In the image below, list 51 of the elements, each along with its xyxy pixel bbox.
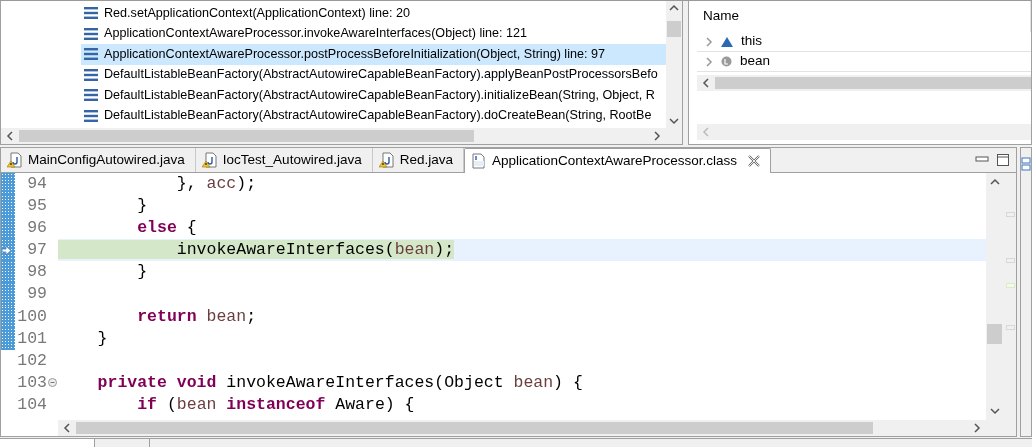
scroll-up-icon[interactable] [989, 177, 1000, 187]
stack-frame[interactable]: ApplicationContextAwareProcessor.postProcessBeforeInitialization(Object, String) line: 97 [81, 44, 666, 65]
expand-icon[interactable] [705, 56, 713, 67]
class-file-icon [470, 153, 487, 169]
vertical-scrollbar[interactable] [666, 1, 682, 128]
variable-name: this [741, 32, 762, 51]
horizontal-scrollbar[interactable] [1, 128, 682, 144]
editor-tab[interactable]: Red.java [372, 148, 464, 172]
code-line: else { [136, 218, 197, 238]
stack-frame-icon [84, 109, 98, 122]
scroll-thumb[interactable] [987, 324, 1002, 344]
scroll-down-icon[interactable] [989, 406, 1000, 416]
code-line: } [136, 262, 148, 282]
code-line: return bean; [136, 306, 257, 326]
stack-frame[interactable]: ApplicationContextAwareProcessor.invokeAwareInterfaces(Object) line: 121 [81, 23, 666, 44]
horizontal-scrollbar[interactable] [697, 75, 1031, 91]
stack-frame-icon [84, 27, 98, 40]
code-line: } [96, 328, 108, 348]
code-line: } [136, 196, 148, 216]
stack-frame-icon [84, 68, 98, 81]
variable-row[interactable]: bean [697, 52, 1031, 72]
editor-tab[interactable]: MainConfigAutowired.java [1, 148, 196, 172]
triangle-icon [721, 36, 733, 47]
java-file-icon [7, 152, 23, 168]
java-file-icon [378, 152, 395, 168]
scroll-thumb[interactable] [19, 130, 474, 142]
editor-tab[interactable]: IocTest_Autowired.java [195, 148, 373, 172]
stack-frame-icon [84, 89, 98, 102]
code-line: private void invokeAwareInterfaces(Object bean) { [96, 372, 583, 392]
fold-icon[interactable] [48, 378, 57, 388]
close-icon[interactable] [748, 155, 761, 167]
horizontal-scrollbar[interactable] [58, 420, 1016, 436]
code-line: }, acc); [175, 174, 257, 193]
expand-icon[interactable] [705, 36, 713, 47]
java-file-icon [201, 152, 218, 168]
stack-frame[interactable]: Red.setApplicationContext(ApplicationContext) line: 20 [81, 3, 666, 24]
column-header[interactable]: Name [703, 6, 739, 27]
code-line: if (bean instanceof Aware) { [136, 394, 415, 414]
stack-frame[interactable]: DefaultListableBeanFactory(AbstractAutowireCapableBeanFactory).applyBeanPostProcessorsBefo [81, 64, 666, 85]
variable-name: bean [740, 52, 771, 71]
variable-row[interactable]: this [697, 32, 1031, 52]
stack-frame[interactable]: DefaultListableBeanFactory(AbstractAutowireCapableBeanFactory).initializeBean(String, Object, R [81, 85, 666, 106]
maximize-icon[interactable] [995, 153, 1010, 167]
stack-frame-icon [84, 7, 98, 20]
stack-frame[interactable]: DefaultListableBeanFactory(AbstractAutowireCapableBeanFactory).doCreateBean(String, RootBe [81, 105, 666, 126]
circle-icon [721, 56, 732, 67]
minimize-icon[interactable] [975, 155, 989, 165]
view-icon[interactable] [1021, 156, 1031, 171]
scroll-thumb[interactable] [667, 21, 681, 37]
editor-tab[interactable]: ApplicationContextAwareProcessor.class [463, 148, 772, 173]
stack-frame-icon [84, 48, 98, 61]
